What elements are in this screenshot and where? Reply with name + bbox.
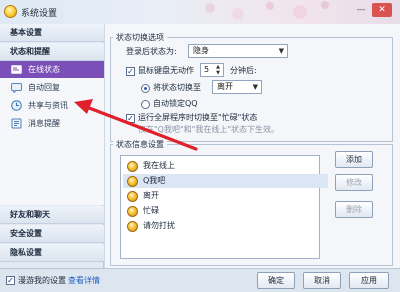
sidebar-section-basic[interactable]: 基本设置 xyxy=(0,24,104,42)
qq-logo-icon xyxy=(4,5,17,18)
footer-bar: ✓ 漫游我的设置 查看详情 确定 取消 应用 xyxy=(0,268,400,292)
sidebar-item-label: 自动回复 xyxy=(28,83,60,92)
sidebar: 基本设置 状态和提醒 在线状态 自动回复 共享与资讯 消息提醒 好友和聊天 安全… xyxy=(0,24,104,268)
login-status-label: 登录后状态为: xyxy=(126,47,177,56)
cancel-button[interactable]: 取消 xyxy=(303,272,341,289)
delete-button[interactable]: 删除 xyxy=(335,201,373,218)
details-link[interactable]: 查看详情 xyxy=(68,275,100,286)
decorative-flowers xyxy=(205,1,329,20)
sidebar-section-privacy[interactable]: 隐私设置 xyxy=(0,244,104,262)
sidebar-section-security[interactable]: 安全设置 xyxy=(0,225,104,243)
edit-button[interactable]: 修改 xyxy=(335,174,373,191)
sidebar-item-message-alert[interactable]: 消息提醒 xyxy=(0,115,104,132)
sidebar-item-auto-reply[interactable]: 自动回复 xyxy=(0,79,104,96)
status-info-legend: 状态信息设置 xyxy=(113,139,167,150)
close-button[interactable]: ✕ xyxy=(372,3,392,17)
sidebar-section-status[interactable]: 状态和提醒 xyxy=(0,43,104,61)
sidebar-item-online-status[interactable]: 在线状态 xyxy=(0,61,104,78)
away-status-icon xyxy=(127,191,138,202)
chevron-down-icon: ▼ xyxy=(252,83,258,91)
idle-minutes-stepper[interactable]: 5 ▲ ▼ xyxy=(200,63,224,77)
auto-lock-label: 自动锁定QQ xyxy=(153,99,198,108)
status-icon xyxy=(11,65,22,74)
sidebar-subitems: 在线状态 自动回复 共享与资讯 消息提醒 xyxy=(0,61,104,205)
sidebar-item-share-news[interactable]: 共享与资讯 xyxy=(0,97,104,114)
auto-lock-radio[interactable] xyxy=(141,100,150,109)
fullscreen-hint: 仅在"Q我吧"和"我在线上"状态下生效。 xyxy=(138,125,280,134)
add-button[interactable]: 添加 xyxy=(335,151,373,168)
list-item[interactable]: 离开 xyxy=(123,189,328,203)
switch-status-radio[interactable] xyxy=(141,84,150,93)
status-switch-legend: 状态切换选项 xyxy=(113,32,167,43)
fullscreen-checkbox[interactable]: ✓ xyxy=(126,114,135,123)
idle-checkbox[interactable]: ✓ xyxy=(126,67,135,76)
fullscreen-label: 运行全屏程序时切换至"忙碌"状态 xyxy=(138,113,258,122)
idle-label: 鼠标键盘无动作 xyxy=(138,66,194,75)
minimize-button[interactable]: — xyxy=(354,3,368,17)
qme-status-icon xyxy=(127,176,138,187)
minutes-suffix: 分钟后: xyxy=(230,66,257,75)
online-status-icon xyxy=(127,161,138,172)
roam-settings-checkbox[interactable]: ✓ xyxy=(6,276,15,285)
sidebar-item-label: 消息提醒 xyxy=(28,119,60,128)
sidebar-item-label: 在线状态 xyxy=(28,65,60,74)
apply-button[interactable]: 应用 xyxy=(349,272,389,289)
roam-settings-label: 漫游我的设置 xyxy=(18,276,66,285)
list-item[interactable]: 我在线上 xyxy=(123,159,328,173)
login-status-select[interactable]: 隐身 ▼ xyxy=(188,44,288,58)
status-message-list[interactable]: 我在线上 Q我吧 离开 忙碌 请勿打扰 xyxy=(120,155,328,259)
chevron-down-icon: ▼ xyxy=(278,47,284,55)
dnd-status-icon xyxy=(127,221,138,232)
share-icon xyxy=(11,100,22,111)
switch-status-label: 将状态切换至 xyxy=(153,83,201,92)
busy-status-icon xyxy=(127,206,138,217)
ok-button[interactable]: 确定 xyxy=(257,272,295,289)
window-title: 系统设置 xyxy=(21,9,58,19)
sidebar-item-label: 共享与资讯 xyxy=(28,101,68,110)
list-item[interactable]: Q我吧 xyxy=(123,174,328,188)
bell-icon xyxy=(11,118,22,129)
list-item[interactable]: 忙碌 xyxy=(123,204,328,218)
stepper-arrows-icon[interactable]: ▲ ▼ xyxy=(214,64,222,76)
reply-icon xyxy=(11,83,22,93)
settings-content: 状态切换选项 登录后状态为: 隐身 ▼ ✓ 鼠标键盘无动作 5 ▲ ▼ 分钟后: … xyxy=(105,24,400,268)
list-item[interactable]: 请勿打扰 xyxy=(123,219,328,233)
title-bar: 系统设置 — ✕ xyxy=(0,0,400,24)
switch-status-select[interactable]: 离开 ▼ xyxy=(212,80,262,94)
sidebar-section-friends-chat[interactable]: 好友和聊天 xyxy=(0,206,104,224)
